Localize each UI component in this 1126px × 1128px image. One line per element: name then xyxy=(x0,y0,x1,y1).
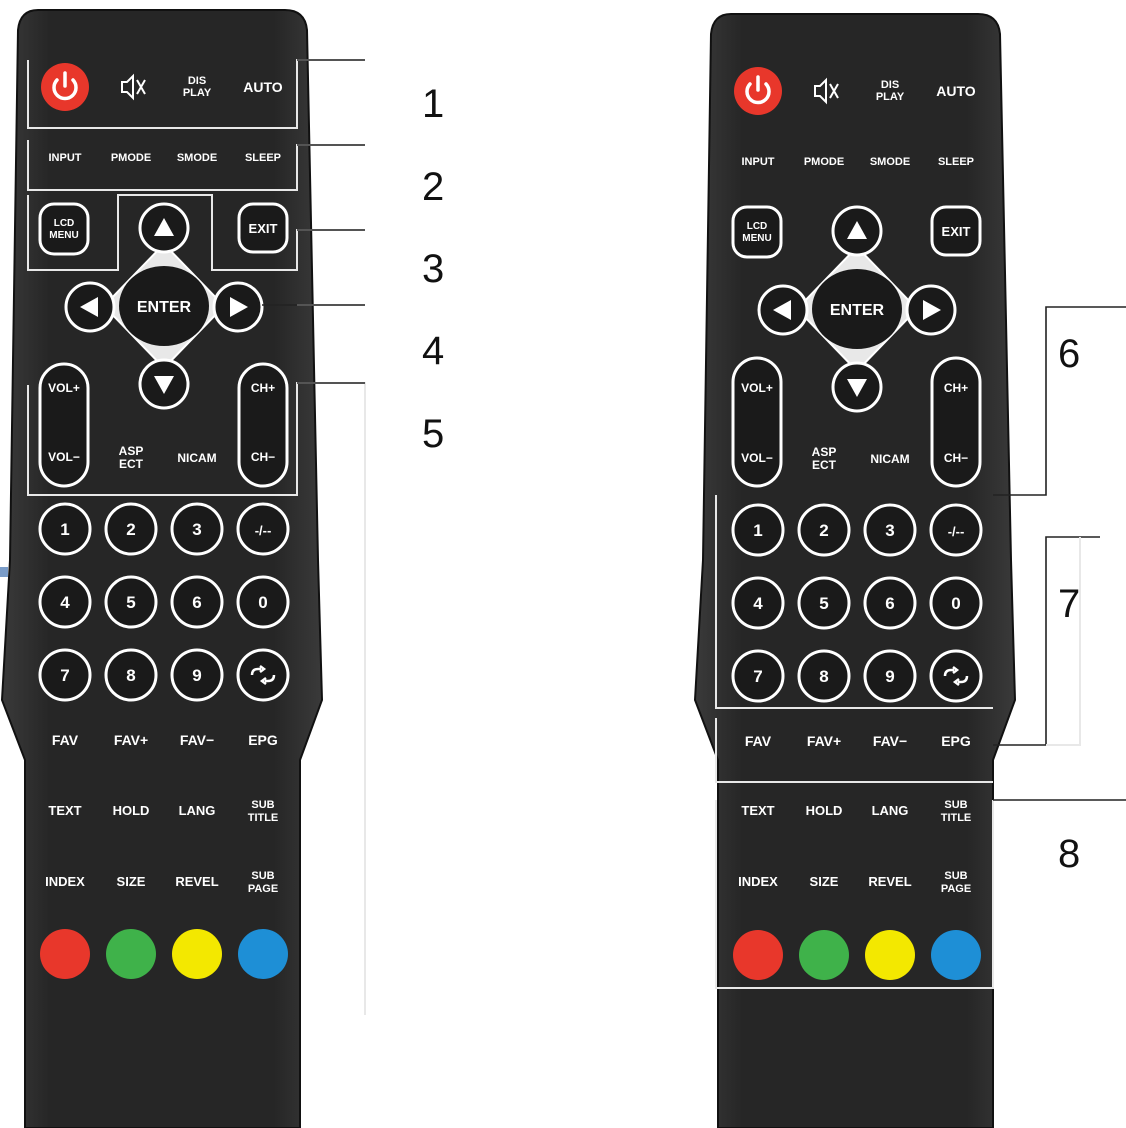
callout-8: 8 xyxy=(1058,832,1080,876)
pmode-button[interactable]: PMODE xyxy=(111,152,151,164)
callout-2: 2 xyxy=(422,165,444,209)
ch-down-button[interactable]: CH− xyxy=(944,451,968,465)
revel-button[interactable]: REVEL xyxy=(175,874,218,889)
yellow-button[interactable] xyxy=(172,929,222,979)
input-button[interactable]: INPUT xyxy=(742,156,775,168)
text-button[interactable]: TEXT xyxy=(48,803,81,818)
ch-down-button[interactable]: CH− xyxy=(251,450,275,464)
green-button[interactable] xyxy=(106,929,156,979)
digit-label: 2 xyxy=(126,520,135,539)
digit-label: 5 xyxy=(126,593,135,612)
lang-button[interactable]: LANG xyxy=(179,803,216,818)
fav-minus-button[interactable]: FAV− xyxy=(180,732,214,748)
red-button[interactable] xyxy=(40,929,90,979)
subtitle-button[interactable]: SUB TITLE xyxy=(941,799,972,824)
ch-up-button[interactable]: CH+ xyxy=(944,381,968,395)
sleep-button[interactable]: SLEEP xyxy=(245,152,281,164)
subtitle-button[interactable]: SUB TITLE xyxy=(248,799,279,824)
nicam-button[interactable]: NICAM xyxy=(870,452,909,466)
callout-1: 1 xyxy=(422,82,444,126)
input-button[interactable]: INPUT xyxy=(49,152,82,164)
callout-4: 4 xyxy=(422,329,444,373)
volume-rocker xyxy=(731,356,783,488)
digit-label: 7 xyxy=(60,666,69,685)
digit-button-11[interactable] xyxy=(929,649,983,703)
pmode-button[interactable]: PMODE xyxy=(804,156,844,168)
callout-5: 5 xyxy=(422,412,444,456)
aspect-button[interactable]: ASP ECT xyxy=(119,444,144,471)
nicam-button[interactable]: NICAM xyxy=(177,451,216,465)
blue-button[interactable] xyxy=(238,929,288,979)
yellow-button[interactable] xyxy=(865,930,915,980)
fav-button[interactable]: FAV xyxy=(745,733,772,749)
remote-left: DIS PLAY AUTO INPUT PMODE SMODE SLEEP LCD… xyxy=(0,9,444,1128)
digit-label: 4 xyxy=(60,593,70,612)
remote-right: DIS PLAY AUTO INPUT PMODE SMODE SLEEP LCD… xyxy=(693,13,1017,1128)
digit-label: 8 xyxy=(126,666,135,685)
aspect-button[interactable]: ASP ECT xyxy=(812,445,837,472)
auto-button[interactable]: AUTO xyxy=(243,79,283,95)
digit-label: 1 xyxy=(753,521,762,540)
callout-6: 6 xyxy=(1058,332,1080,376)
channel-rocker xyxy=(930,356,982,488)
svg-text:EXIT: EXIT xyxy=(942,224,971,239)
digit-label: 3 xyxy=(885,521,894,540)
digit-label: 7 xyxy=(753,667,762,686)
smode-button[interactable]: SMODE xyxy=(177,152,217,164)
remote-diagram: DIS PLAY AUTO INPUT PMODE SMODE SLEEP LCD… xyxy=(0,9,1126,1128)
digit-label: 0 xyxy=(951,594,960,613)
digit-label: 9 xyxy=(192,666,201,685)
margin-marker xyxy=(0,567,8,577)
index-button[interactable]: INDEX xyxy=(45,874,85,889)
fav-plus-button[interactable]: FAV+ xyxy=(114,732,148,748)
digit-label: 9 xyxy=(885,667,894,686)
fav-plus-button[interactable]: FAV+ xyxy=(807,733,841,749)
digit-label: 0 xyxy=(258,593,267,612)
sleep-button[interactable]: SLEEP xyxy=(938,156,974,168)
vol-down-button[interactable]: VOL− xyxy=(48,450,80,464)
epg-button[interactable]: EPG xyxy=(941,733,971,749)
digit-label: 6 xyxy=(192,593,201,612)
callout-3: 3 xyxy=(422,247,444,291)
index-button[interactable]: INDEX xyxy=(738,874,778,889)
fav-button[interactable]: FAV xyxy=(52,732,79,748)
hold-button[interactable]: HOLD xyxy=(806,803,843,818)
digit-label: 3 xyxy=(192,520,201,539)
svg-text:ENTER: ENTER xyxy=(830,302,885,319)
size-button[interactable]: SIZE xyxy=(810,874,839,889)
vol-down-button[interactable]: VOL− xyxy=(741,451,773,465)
lcd-menu-button[interactable] xyxy=(38,202,90,256)
vol-up-button[interactable]: VOL+ xyxy=(741,381,773,395)
green-button[interactable] xyxy=(799,930,849,980)
smode-button[interactable]: SMODE xyxy=(870,156,910,168)
digit-label: -/-- xyxy=(948,524,965,539)
svg-text:EXIT: EXIT xyxy=(249,221,278,236)
callout-7: 7 xyxy=(1058,582,1080,626)
lcd-menu-button[interactable] xyxy=(731,205,783,259)
digit-label: -/-- xyxy=(255,523,272,538)
auto-button[interactable]: AUTO xyxy=(936,83,976,99)
svg-text:ENTER: ENTER xyxy=(137,299,192,316)
subpage-button[interactable]: SUB PAGE xyxy=(248,870,278,895)
digit-label: 2 xyxy=(819,521,828,540)
digit-label: 4 xyxy=(753,594,763,613)
digit-label: 8 xyxy=(819,667,828,686)
vol-up-button[interactable]: VOL+ xyxy=(48,381,80,395)
lang-button[interactable]: LANG xyxy=(872,803,909,818)
hold-button[interactable]: HOLD xyxy=(113,803,150,818)
revel-button[interactable]: REVEL xyxy=(868,874,911,889)
digit-label: 5 xyxy=(819,594,828,613)
ch-up-button[interactable]: CH+ xyxy=(251,381,275,395)
digit-button-11[interactable] xyxy=(236,648,290,702)
text-button[interactable]: TEXT xyxy=(741,803,774,818)
digit-label: 1 xyxy=(60,520,69,539)
blue-button[interactable] xyxy=(931,930,981,980)
red-button[interactable] xyxy=(733,930,783,980)
fav-minus-button[interactable]: FAV− xyxy=(873,733,907,749)
digit-label: 6 xyxy=(885,594,894,613)
size-button[interactable]: SIZE xyxy=(117,874,146,889)
subpage-button[interactable]: SUB PAGE xyxy=(941,870,971,895)
epg-button[interactable]: EPG xyxy=(248,732,278,748)
